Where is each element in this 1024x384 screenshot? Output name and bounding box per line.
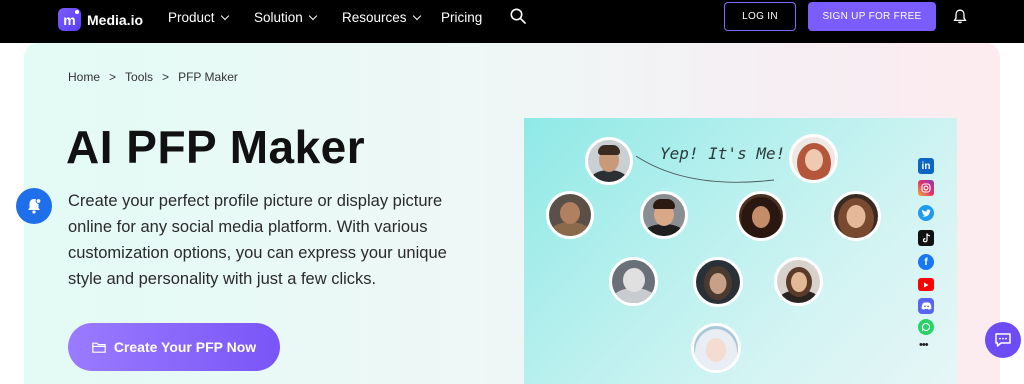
avatar-cyber-woman bbox=[693, 257, 743, 307]
avatar-young-man bbox=[640, 191, 688, 239]
avatar-woman-blazer bbox=[774, 257, 823, 306]
chat-icon bbox=[995, 333, 1011, 347]
youtube-icon[interactable] bbox=[918, 278, 934, 291]
twitter-icon[interactable] bbox=[918, 205, 934, 221]
instagram-icon[interactable] bbox=[918, 180, 934, 196]
facebook-icon[interactable]: f bbox=[918, 254, 934, 270]
brand-logo[interactable]: m Media.io bbox=[58, 8, 143, 31]
chevron-down-icon bbox=[220, 11, 229, 20]
nav-item-product[interactable]: Product bbox=[168, 10, 229, 25]
nav-item-resources[interactable]: Resources bbox=[342, 10, 421, 25]
nav-label: Pricing bbox=[441, 10, 483, 25]
floating-notification-button[interactable] bbox=[16, 188, 52, 224]
avatar-robot-elder bbox=[609, 257, 658, 306]
speech-text: Yep! It's Me! bbox=[660, 144, 786, 163]
breadcrumb-separator: > bbox=[162, 70, 170, 84]
page-title: AI PFP Maker bbox=[66, 121, 366, 173]
whatsapp-icon[interactable] bbox=[918, 319, 934, 335]
avatar-woman-curly-hair bbox=[736, 191, 786, 241]
notification-bell-icon[interactable] bbox=[953, 9, 967, 24]
avatar-man-suit bbox=[585, 137, 633, 185]
folder-icon bbox=[92, 342, 106, 353]
avatar-woman-auburn bbox=[831, 191, 881, 241]
avatar-armored-warrior bbox=[546, 191, 594, 239]
nav-item-pricing[interactable]: Pricing bbox=[441, 10, 482, 25]
avatar-anime-girl bbox=[691, 323, 741, 373]
signup-button[interactable]: SIGN UP FOR FREE bbox=[808, 2, 936, 31]
search-icon[interactable] bbox=[510, 8, 526, 24]
create-pfp-button[interactable]: Create Your PFP Now bbox=[68, 323, 280, 371]
chevron-down-icon bbox=[412, 11, 421, 20]
avatar-woman-red-hair bbox=[789, 134, 838, 183]
breadcrumb-home[interactable]: Home bbox=[68, 70, 100, 84]
nav-label: Product bbox=[168, 10, 215, 25]
nav-item-solution[interactable]: Solution bbox=[254, 10, 318, 25]
hero-description: Create your perfect profile picture or d… bbox=[68, 192, 447, 288]
more-icon[interactable]: ••• bbox=[919, 339, 929, 351]
breadcrumb-separator: > bbox=[109, 70, 117, 84]
nav-label: Resources bbox=[342, 10, 407, 25]
top-navbar: m Media.io Product Solution Resources Pr… bbox=[0, 0, 1024, 43]
discord-icon[interactable] bbox=[918, 298, 934, 314]
brand-name: Media.io bbox=[87, 11, 144, 28]
login-button[interactable]: LOG IN bbox=[724, 2, 796, 31]
chat-support-button[interactable] bbox=[985, 322, 1021, 358]
media-io-logo-icon: m bbox=[58, 8, 81, 31]
tiktok-icon[interactable] bbox=[918, 230, 934, 246]
nav-label: Solution bbox=[254, 10, 303, 25]
linkedin-icon[interactable]: in bbox=[918, 158, 934, 174]
bell-icon bbox=[28, 198, 42, 214]
create-pfp-label: Create Your PFP Now bbox=[113, 339, 257, 355]
breadcrumb: Home > Tools > PFP Maker bbox=[68, 70, 238, 84]
breadcrumb-tools[interactable]: Tools bbox=[125, 70, 153, 84]
chevron-down-icon bbox=[308, 11, 318, 20]
breadcrumb-current: PFP Maker bbox=[178, 70, 238, 84]
